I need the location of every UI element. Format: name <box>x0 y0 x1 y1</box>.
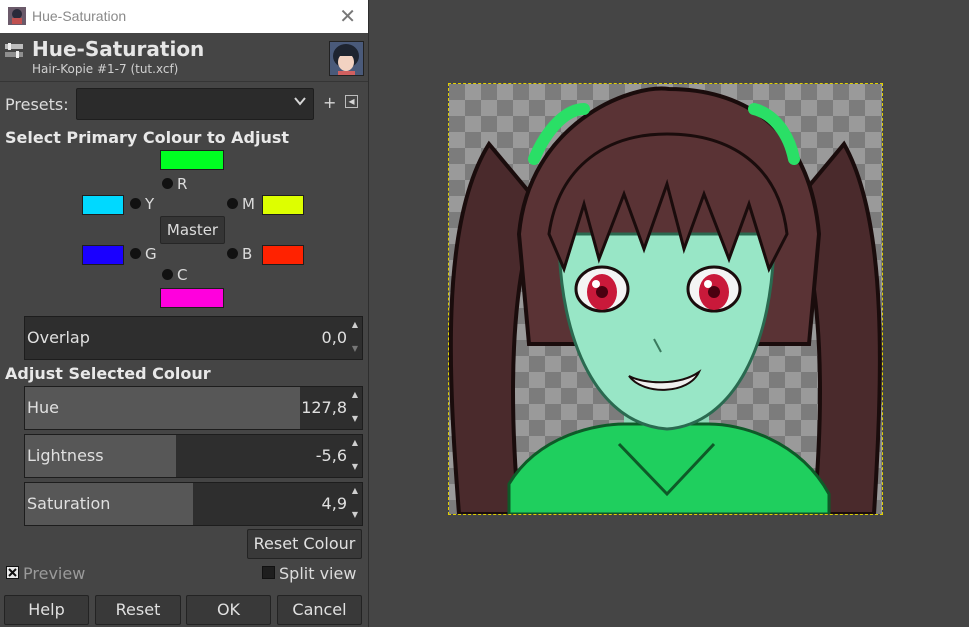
hue-label: Hue <box>27 398 60 417</box>
window-title: Hue-Saturation <box>32 8 127 24</box>
add-preset-icon[interactable]: + <box>323 93 336 112</box>
spin-down-icon[interactable]: ▼ <box>350 344 360 353</box>
dialog-title: Hue-Saturation <box>32 37 205 61</box>
preview-label: Preview <box>23 564 86 583</box>
preview-checkbox[interactable] <box>6 566 19 579</box>
yellow-radio[interactable] <box>130 198 141 209</box>
primary-colour-heading: Select Primary Colour to Adjust <box>5 128 290 147</box>
spin-down-icon[interactable]: ▼ <box>350 414 360 423</box>
yellow-swatch <box>82 195 124 215</box>
saturation-value: 4,9 <box>321 494 347 513</box>
reset-button[interactable]: Reset <box>95 595 181 625</box>
layer-thumbnail <box>329 41 364 76</box>
preset-menu-icon[interactable]: ◂ <box>345 95 358 108</box>
red-swatch <box>160 150 224 170</box>
cancel-button[interactable]: Cancel <box>277 595 362 625</box>
help-button[interactable]: Help <box>4 595 89 625</box>
cyan-radio[interactable] <box>162 269 173 280</box>
spin-up-icon[interactable]: ▲ <box>350 390 360 399</box>
overlap-label: Overlap <box>27 328 90 347</box>
lightness-label: Lightness <box>27 446 104 465</box>
hue-fill <box>25 387 300 429</box>
master-button[interactable]: Master <box>160 216 225 244</box>
overlap-value: 0,0 <box>321 328 347 347</box>
overlap-spinscale[interactable]: Overlap 0,0 ▲ ▼ <box>24 316 363 360</box>
split-view-label: Split view <box>279 564 357 583</box>
header-separator <box>0 81 368 82</box>
saturation-label: Saturation <box>27 494 111 513</box>
character-portrait <box>449 86 882 514</box>
spin-up-icon[interactable]: ▲ <box>350 486 360 495</box>
spin-down-icon[interactable]: ▼ <box>350 510 360 519</box>
gimp-app-icon <box>8 7 26 25</box>
magenta-swatch <box>262 195 304 215</box>
presets-label: Presets: <box>5 95 69 114</box>
green-label: G <box>145 245 157 263</box>
cyan-label: C <box>177 266 188 284</box>
lightness-spinscale[interactable]: Lightness -5,6 ▲ ▼ <box>24 434 363 478</box>
hue-spinscale[interactable]: Hue 127,8 ▲ ▼ <box>24 386 363 430</box>
hue-saturation-tool-icon <box>5 43 23 58</box>
magenta-radio[interactable] <box>227 198 238 209</box>
presets-combo[interactable] <box>76 88 314 120</box>
window-titlebar: Hue-Saturation ✕ <box>0 0 368 33</box>
red-radio[interactable] <box>162 178 173 189</box>
spin-up-icon[interactable]: ▲ <box>350 320 360 329</box>
yellow-label: Y <box>145 195 155 213</box>
spin-down-icon[interactable]: ▼ <box>350 462 360 471</box>
saturation-spinscale[interactable]: Saturation 4,9 ▲ ▼ <box>24 482 363 526</box>
spin-up-icon[interactable]: ▲ <box>350 438 360 447</box>
cyan-swatch <box>160 288 224 308</box>
hue-value: 127,8 <box>301 398 347 417</box>
green-swatch <box>82 245 124 265</box>
reset-colour-button[interactable]: Reset Colour <box>247 529 362 559</box>
blue-swatch <box>262 245 304 265</box>
layer-subtitle: Hair-Kopie #1-7 (tut.xcf) <box>32 62 179 76</box>
blue-label: B <box>242 245 253 263</box>
close-icon[interactable]: ✕ <box>339 4 356 28</box>
split-view-checkbox[interactable] <box>262 566 275 579</box>
chevron-down-icon <box>293 94 307 112</box>
ok-button[interactable]: OK <box>186 595 271 625</box>
hue-saturation-dialog: Hue-Saturation ✕ Hue-Saturation Hair-Kop… <box>0 0 369 627</box>
magenta-label: M <box>242 195 255 213</box>
blue-radio[interactable] <box>227 248 238 259</box>
adjust-colour-heading: Adjust Selected Colour <box>5 364 211 383</box>
image-canvas[interactable] <box>448 83 883 515</box>
lightness-value: -5,6 <box>315 446 347 465</box>
red-label: R <box>177 175 188 193</box>
green-radio[interactable] <box>130 248 141 259</box>
